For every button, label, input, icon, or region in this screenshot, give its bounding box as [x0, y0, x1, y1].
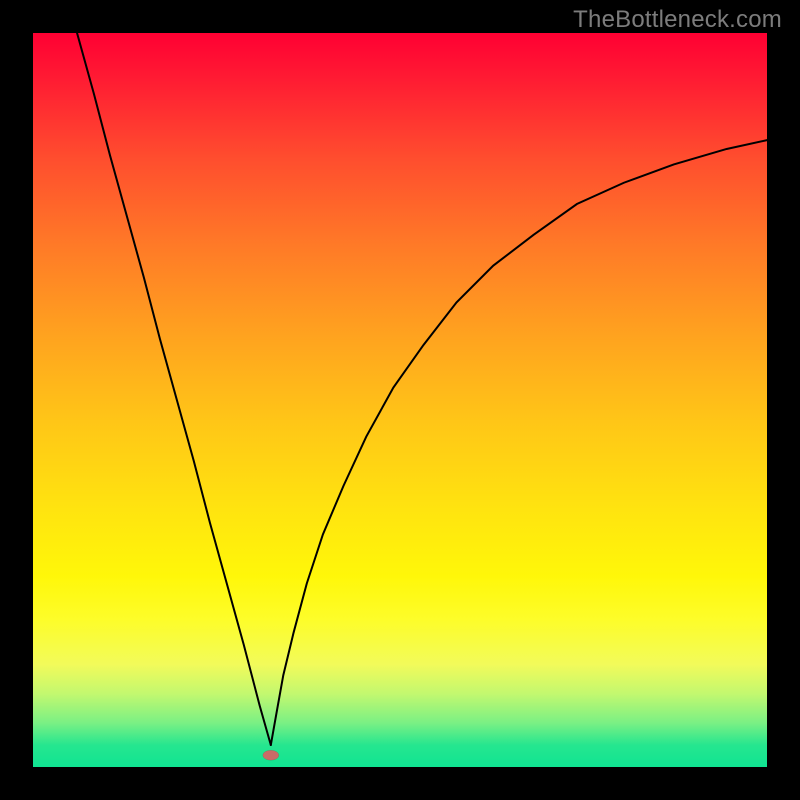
curve-layer	[33, 33, 767, 767]
curve-left	[77, 33, 271, 745]
plot-area	[33, 33, 767, 767]
minimum-marker	[263, 750, 279, 760]
curve-right	[271, 140, 767, 745]
chart-frame: TheBottleneck.com	[0, 0, 800, 800]
watermark-text: TheBottleneck.com	[573, 6, 782, 34]
